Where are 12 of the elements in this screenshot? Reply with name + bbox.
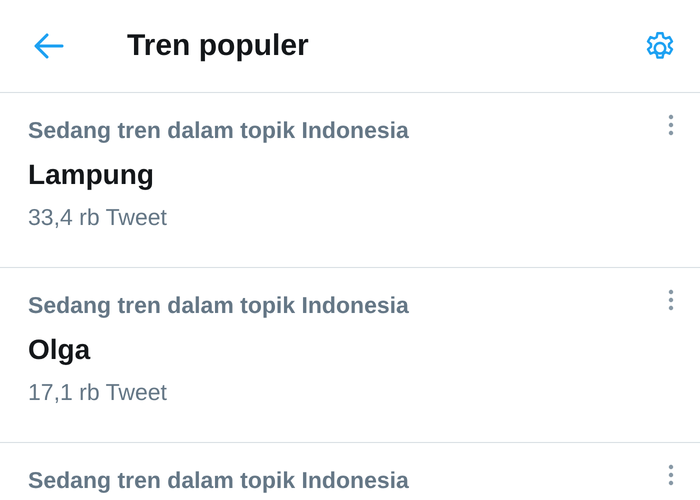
trend-context: Sedang tren dalam topik Indonesia — [28, 291, 410, 320]
tweet-count: 33,4 rb Tweet — [28, 203, 168, 232]
more-options-icon[interactable] — [668, 289, 674, 311]
trend-name[interactable]: Lampung — [28, 158, 668, 192]
trend-name[interactable]: Olga — [28, 333, 668, 367]
page-title: Tren populer — [127, 29, 310, 63]
more-options-icon[interactable] — [668, 464, 674, 486]
trend-context: Sedang tren dalam topik Indonesia — [28, 466, 410, 495]
more-options-icon[interactable] — [668, 114, 674, 136]
trend-context: Sedang tren dalam topik Indonesia — [28, 116, 410, 145]
back-icon[interactable] — [34, 33, 64, 59]
tweet-count: 17,1 rb Tweet — [28, 378, 168, 407]
